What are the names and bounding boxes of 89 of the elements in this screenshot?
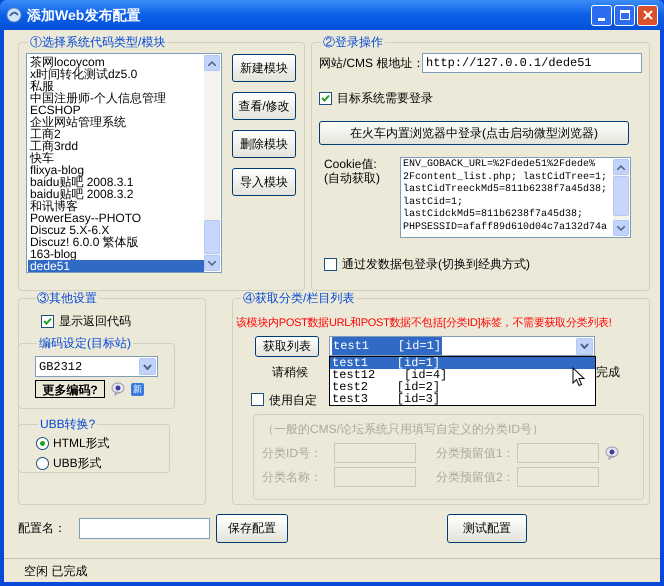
module-item[interactable]: 和讯博客 — [28, 200, 204, 212]
new-badge: 新 — [131, 382, 144, 396]
cookie-field[interactable]: ENV_GOBACK_URL=%2Fdede51%2Fdede% 2Fcontent_list.php; lastCidTree=1; lastCidTreeckMd5=811b6238f7a45d38; lastCid=1; lastCidckMd5=811b6238f7a45d38; PHPSESSID=afaff89d610d04c7a132d74a — [400, 157, 631, 238]
radio-label: UBB形式 — [53, 455, 102, 472]
field-label: 分类名称： — [262, 468, 323, 486]
help-icon[interactable] — [111, 382, 125, 396]
scrollbar-thumb[interactable] — [204, 220, 220, 254]
help-icon[interactable] — [605, 446, 619, 460]
dropdown-item[interactable]: test1 [id=1] — [330, 357, 595, 369]
radio-button[interactable] — [36, 456, 49, 470]
module-item[interactable]: flixya-blog — [28, 164, 204, 176]
module-item[interactable]: 私服 — [28, 80, 204, 92]
warning-text: 该模块内POST数据URL和POST数据不包括[分类ID]标签，不需要获取分类列表! — [236, 316, 612, 331]
cookie-line: lastCid=1; — [403, 196, 464, 208]
radio-label: HTML形式 — [53, 435, 110, 452]
radio-button[interactable] — [36, 436, 49, 450]
cookie-label: Cookie值: — [324, 157, 378, 171]
cookie-line: lastCidckMd5=811b6238f7a45d38; — [403, 209, 584, 222]
cookie-line: PHPSESSID=afaff89d610d04c7a132d74a — [403, 222, 608, 234]
module-item[interactable]: baidu贴吧 2008.3.2 — [28, 188, 204, 200]
group-title: ①选择系统代码类型/模块 — [29, 34, 166, 51]
checkbox-label: 目标系统需要登录 — [337, 90, 433, 107]
window-title: 添加Web发布配置 — [27, 6, 140, 24]
module-button[interactable]: 删除模块 — [232, 130, 296, 158]
module-item[interactable]: ECSHOP — [28, 104, 204, 116]
module-item[interactable]: Discuz 5.X-6.X — [28, 224, 204, 236]
field-label: 分类预留值1： — [435, 444, 516, 462]
module-item[interactable]: 工商2 — [28, 128, 204, 140]
save-button[interactable]: 保存配置 — [216, 514, 288, 542]
scroll-down-icon[interactable] — [208, 260, 216, 266]
module-item[interactable]: dede51 — [28, 260, 204, 272]
field-label: 分类预留值2： — [435, 468, 516, 486]
module-item[interactable]: 企业网站管理系统 — [28, 116, 204, 128]
group-title: 编码设定(目标站) — [38, 335, 132, 352]
config-name-label: 配置名： — [18, 520, 67, 537]
cookie-line: lastCidTreeckMd5=811b6238f7a45d38; — [403, 184, 608, 196]
scrollbar-thumb[interactable] — [613, 176, 629, 216]
url-label: 网站/CMS 根地址： — [319, 55, 422, 72]
module-item[interactable]: 163-blog — [28, 248, 204, 260]
scroll-up-icon[interactable] — [208, 60, 216, 66]
cookie-line: 2Fcontent_list.php; lastCidTree=1; — [403, 172, 608, 184]
group-title: UBB转换? — [39, 416, 96, 433]
group-title: ②登录操作 — [322, 34, 384, 51]
module-item[interactable]: Discuz! 6.0.0 繁体版 — [28, 236, 204, 248]
scroll-down-icon[interactable] — [617, 226, 625, 230]
app-icon — [6, 7, 22, 23]
encoding-select[interactable]: GB2312 — [35, 356, 158, 377]
module-button[interactable]: 导入模块 — [232, 168, 296, 196]
custom-id-note: （一般的CMS/论坛系统只用填写自定义的分类ID号） — [262, 420, 545, 438]
cookie-line: ENV_GOBACK_URL=%2Fdede51%2Fdede% — [403, 159, 596, 172]
field-label: 分类ID号： — [262, 444, 323, 462]
module-item[interactable]: baidu贴吧 2008.3.1 — [28, 176, 204, 188]
checkbox[interactable] — [324, 258, 337, 270]
test-button[interactable]: 测试配置 — [447, 514, 527, 542]
checkbox-label: 显示返回代码 — [59, 313, 131, 330]
module-item[interactable]: PowerEasy--PHOTO — [28, 212, 204, 224]
maximize-icon[interactable] — [614, 4, 635, 26]
module-button[interactable]: 新建模块 — [232, 54, 296, 82]
status-text: 空闲 已完成 — [24, 562, 88, 580]
minimize-icon[interactable] — [591, 4, 612, 26]
dropdown-item[interactable]: test2 [id=2] — [330, 381, 595, 393]
dropdown-item[interactable]: test3 [id=3] — [330, 393, 595, 405]
browser-login-button[interactable]: 在火车内置浏览器中登录(点击启动微型浏览器) — [319, 121, 629, 145]
scrollbar[interactable] — [613, 159, 629, 236]
done-label: 完成 — [596, 364, 620, 380]
module-item[interactable]: 茶网locoycom — [28, 56, 204, 68]
cookie-hint: (自动获取) — [324, 171, 381, 185]
checkbox-label: 使用自定 — [269, 392, 317, 408]
module-item[interactable]: 工商3rdd — [28, 140, 204, 152]
module-item[interactable]: 中国注册师-个人信息管理 — [28, 92, 204, 104]
checkbox[interactable] — [319, 92, 332, 104]
group-title: ④获取分类/栏目列表 — [242, 290, 356, 307]
module-item[interactable]: x时间转化测试dz5.0 — [28, 68, 204, 80]
close-icon[interactable] — [637, 4, 658, 26]
scrollbar[interactable] — [204, 55, 220, 271]
url-field[interactable]: http://127.0.0.1/dede51 — [422, 53, 642, 73]
config-name-field[interactable] — [79, 518, 210, 538]
group-title: ③其他设置 — [36, 290, 98, 307]
category-select[interactable]: test1 [id=1] — [329, 336, 595, 356]
dropdown-item[interactable]: test12 [id=4] — [330, 369, 595, 381]
scroll-up-icon[interactable] — [617, 164, 625, 170]
checkbox[interactable] — [41, 314, 54, 328]
checkbox-label: 通过发数据包登录(切换到经典方式) — [342, 256, 530, 273]
checkbox[interactable] — [251, 393, 264, 406]
module-item[interactable]: 快车 — [28, 152, 204, 164]
wait-label: 请稍候 — [272, 364, 308, 380]
fetch-list-button[interactable]: 获取列表 — [255, 336, 319, 356]
module-button[interactable]: 查看/修改 — [232, 92, 296, 120]
cursor-icon — [572, 367, 585, 387]
